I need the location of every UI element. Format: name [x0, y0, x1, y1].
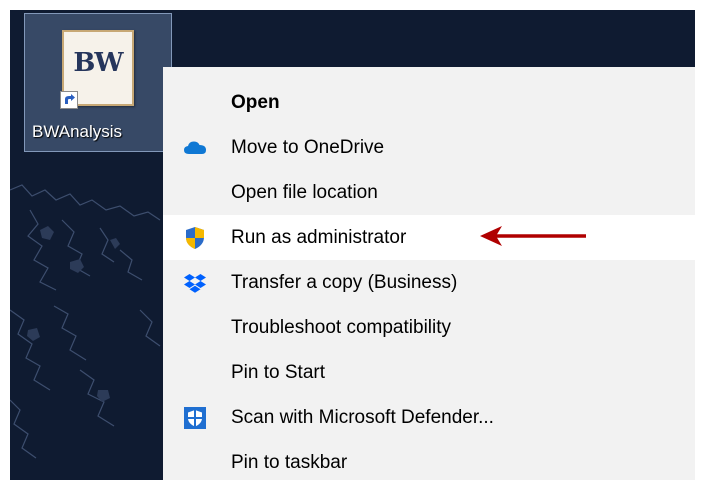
- desktop-shortcut-bwanalysis[interactable]: BW BWAnalysis: [24, 13, 172, 152]
- onedrive-icon: [183, 136, 207, 160]
- menu-item-label: Troubleshoot compatibility: [231, 317, 452, 338]
- menu-item-run-as-administrator[interactable]: Run as administrator: [163, 215, 695, 260]
- app-logo-text: BW: [73, 48, 123, 78]
- menu-item-scan-with-defender[interactable]: Scan with Microsoft Defender...: [163, 395, 695, 440]
- menu-item-transfer-a-copy[interactable]: Transfer a copy (Business): [163, 260, 695, 305]
- menu-item-label: Move to OneDrive: [231, 137, 385, 158]
- dropbox-icon: [183, 271, 207, 295]
- menu-item-label: Open: [231, 92, 280, 113]
- menu-item-open[interactable]: Open: [163, 80, 695, 125]
- context-menu: Open Move to OneDrive Open file location…: [163, 67, 695, 480]
- menu-item-troubleshoot-compatibility[interactable]: Troubleshoot compatibility: [163, 305, 695, 350]
- shortcut-arrow-icon: [60, 91, 78, 109]
- menu-item-label: Transfer a copy (Business): [231, 272, 458, 293]
- menu-item-pin-to-taskbar[interactable]: Pin to taskbar: [163, 440, 695, 485]
- menu-item-label: Pin to taskbar: [231, 452, 348, 473]
- menu-item-label: Open file location: [231, 182, 378, 203]
- defender-icon: [183, 406, 207, 430]
- menu-item-label: Pin to Start: [231, 362, 325, 383]
- menu-item-open-file-location[interactable]: Open file location: [163, 170, 695, 215]
- menu-item-move-to-onedrive[interactable]: Move to OneDrive: [163, 125, 695, 170]
- menu-item-label: Run as administrator: [231, 227, 407, 248]
- menu-item-pin-to-start[interactable]: Pin to Start: [163, 350, 695, 395]
- menu-item-label: Scan with Microsoft Defender...: [231, 407, 494, 428]
- red-callout-arrow-icon: [480, 226, 586, 246]
- uac-shield-icon: [183, 226, 207, 250]
- shortcut-label: BWAnalysis: [32, 122, 123, 141]
